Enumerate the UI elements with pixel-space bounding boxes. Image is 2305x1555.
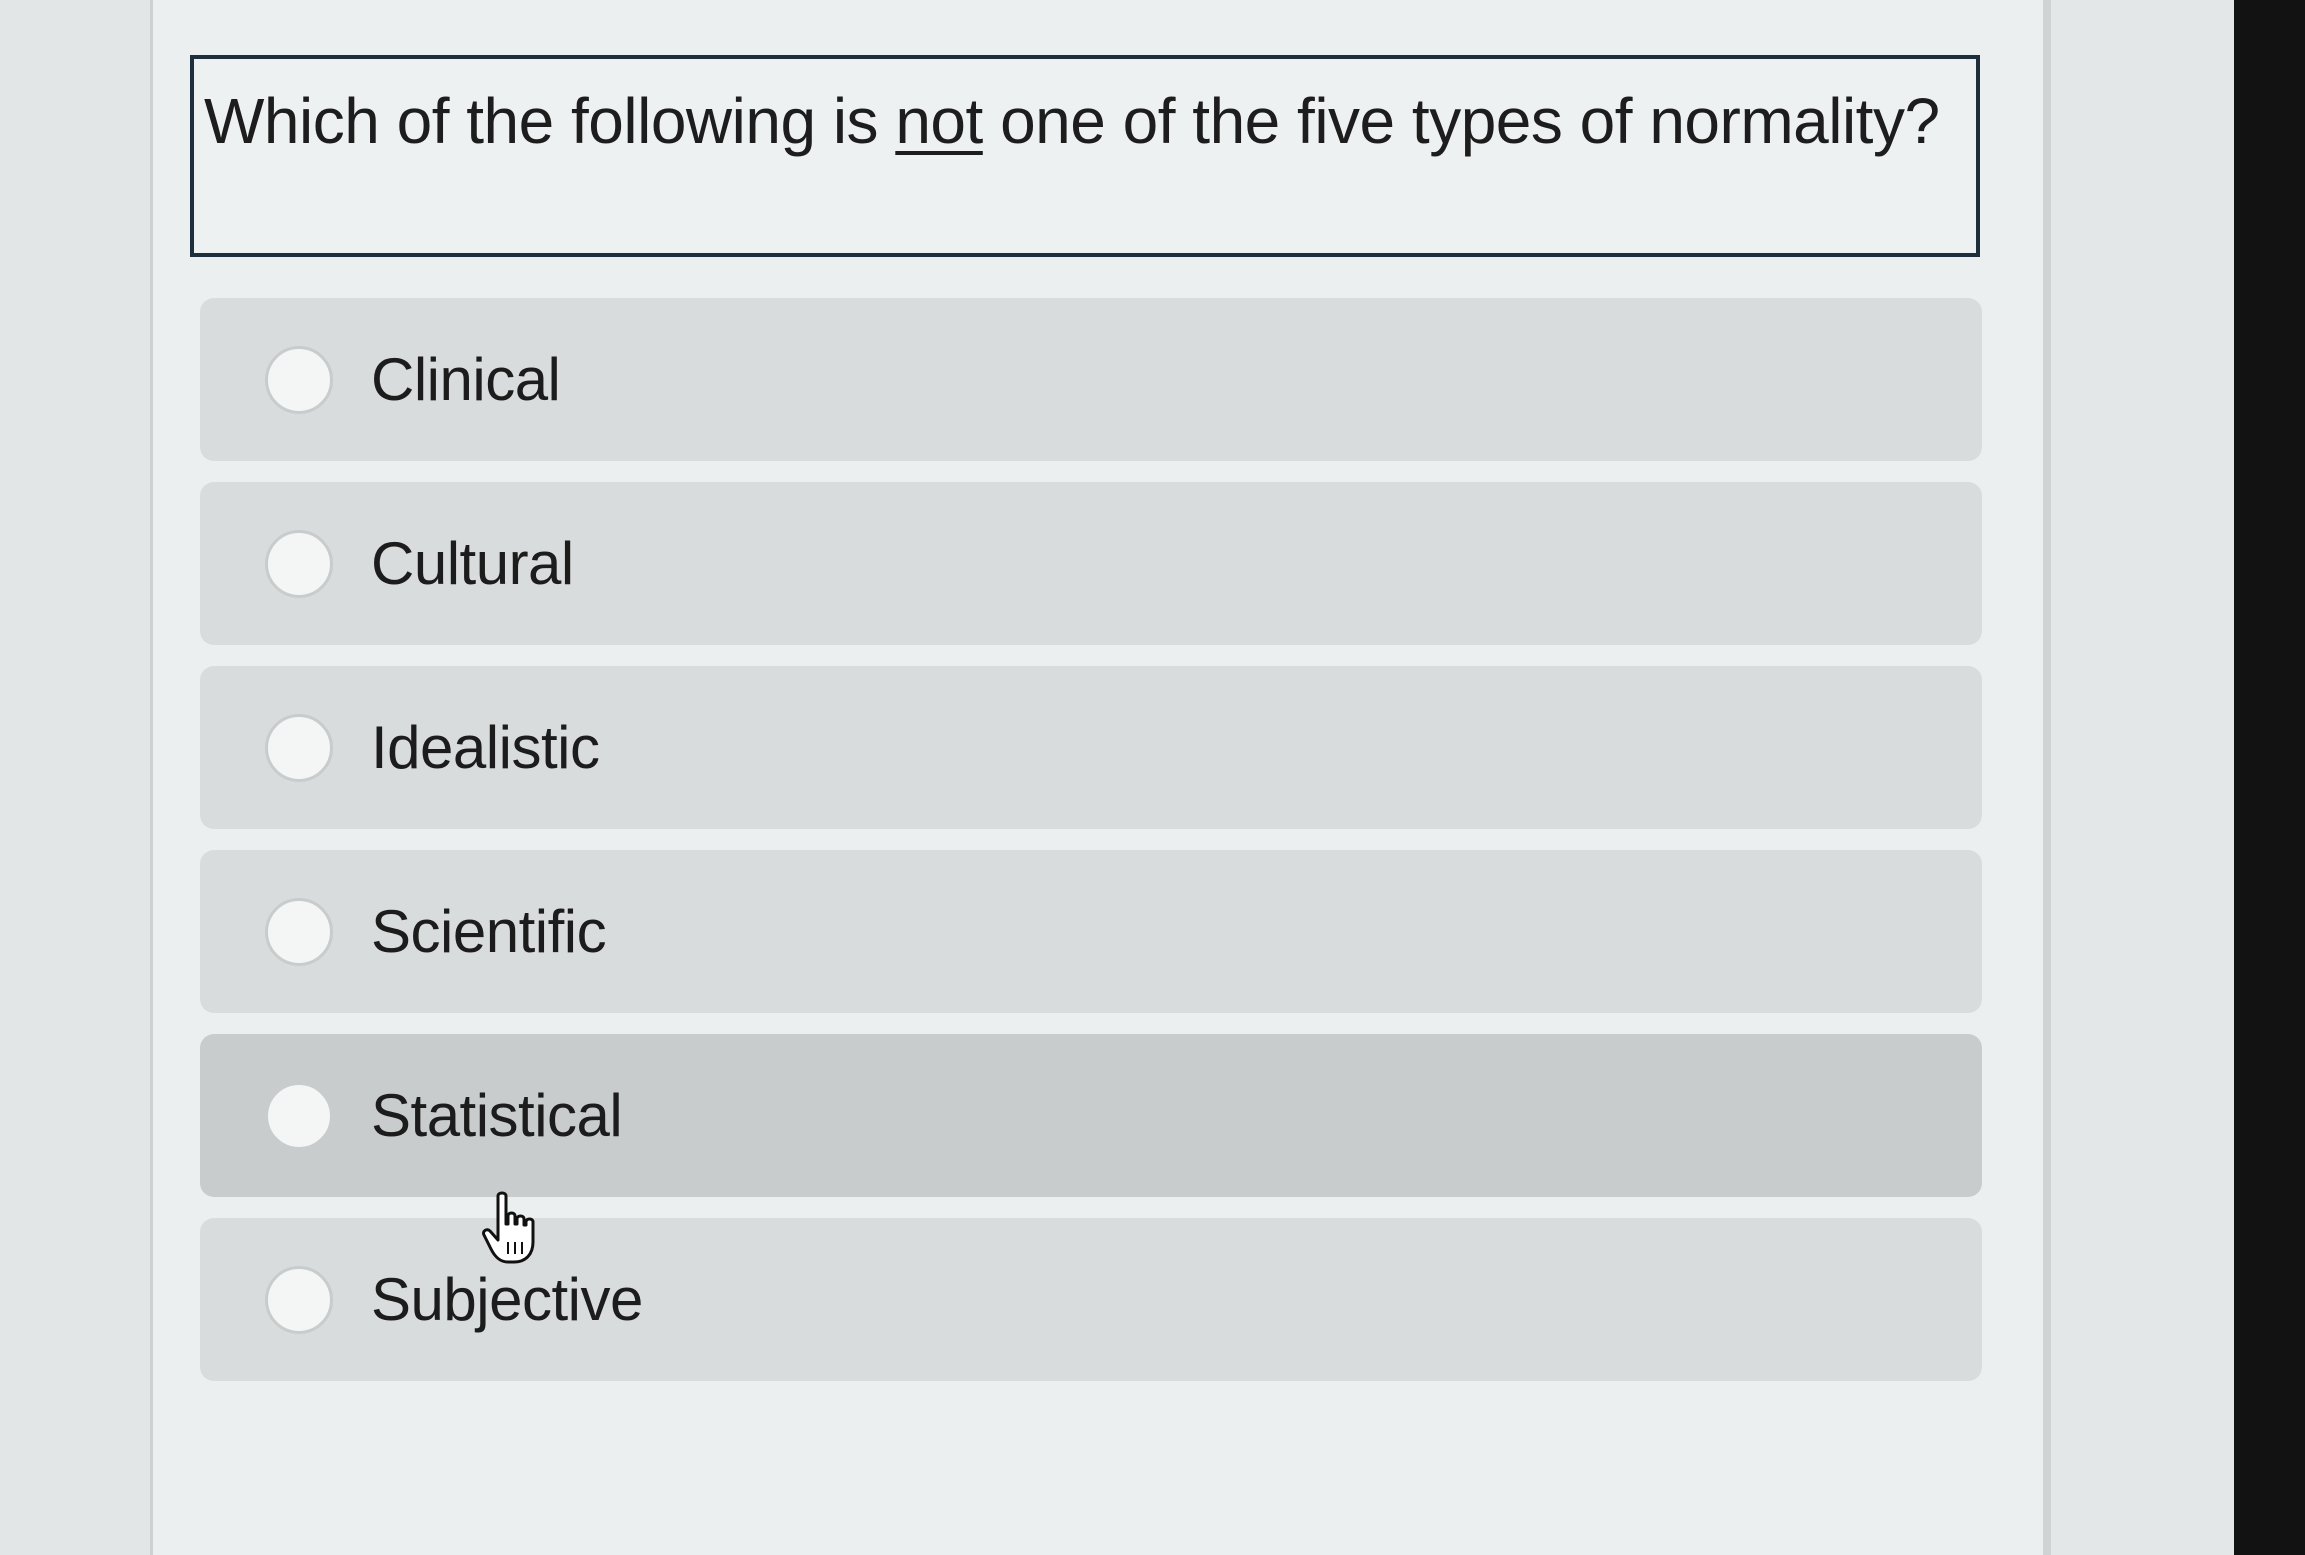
option-label: Subjective [371, 1266, 643, 1333]
hand-pointer-cursor-icon [482, 1191, 535, 1264]
option-subjective[interactable]: Subjective [200, 1218, 1982, 1381]
radio-icon[interactable] [265, 345, 333, 414]
question-box: Which of the following is not one of the… [190, 55, 1980, 257]
option-label: Statistical [371, 1082, 623, 1149]
right-scroll-rail [2043, 0, 2051, 1555]
radio-icon[interactable] [265, 529, 333, 598]
radio-icon[interactable] [265, 897, 333, 966]
radio-icon[interactable] [265, 713, 333, 782]
left-gutter [0, 0, 153, 1555]
option-label: Scientific [371, 898, 607, 965]
option-clinical[interactable]: Clinical [200, 298, 1982, 461]
option-label: Clinical [371, 346, 561, 413]
radio-icon[interactable] [265, 1265, 333, 1334]
option-label: Cultural [371, 530, 574, 597]
option-cultural[interactable]: Cultural [200, 482, 1982, 645]
question-emphasis: not [895, 85, 983, 157]
option-scientific[interactable]: Scientific [200, 850, 1982, 1013]
screen-bezel [2234, 0, 2305, 1555]
question-prefix: Which of the following is [204, 85, 896, 157]
radio-icon[interactable] [265, 1081, 333, 1150]
question-text: Which of the following is not one of the… [204, 71, 1960, 171]
option-statistical[interactable]: Statistical [200, 1034, 1982, 1197]
option-idealistic[interactable]: Idealistic [200, 666, 1982, 829]
right-margin [2051, 0, 2234, 1555]
question-suffix: one of the five types of normality? [982, 85, 1940, 157]
option-label: Idealistic [371, 714, 600, 781]
answer-options: Clinical Cultural Idealistic Scientific … [200, 298, 1982, 1402]
